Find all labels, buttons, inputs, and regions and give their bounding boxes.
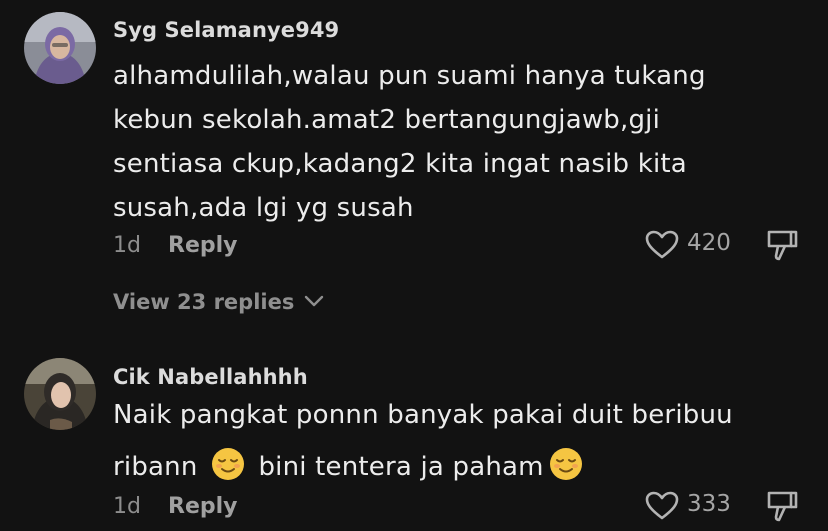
username[interactable]: Syg Selamanye949 (113, 18, 339, 42)
comment-line: ribann bini tentera ja paham (113, 445, 813, 489)
reply-button[interactable]: Reply (168, 494, 238, 519)
view-replies-label: View 23 replies (113, 290, 295, 314)
avatar[interactable] (24, 12, 96, 84)
comment-line: susah,ada lgi yg susah (113, 193, 414, 223)
comment-text-part: bini tentera ja paham (258, 452, 544, 482)
heart-icon[interactable] (645, 491, 679, 521)
view-replies-button[interactable]: View 23 replies (113, 290, 324, 314)
relieved-face-emoji (211, 448, 244, 480)
avatar[interactable] (24, 358, 96, 430)
thumbs-down-icon[interactable] (765, 489, 799, 523)
like-count: 420 (687, 230, 731, 256)
timestamp: 1d (113, 233, 141, 258)
reply-button[interactable]: Reply (168, 233, 238, 258)
chevron-down-icon (304, 295, 323, 307)
comment-meta: 1d Reply (113, 233, 238, 258)
comment-text: alhamdulilah,walau pun suami hanya tukan… (113, 54, 753, 230)
comment-line: Naik pangkat ponnn banyak pakai duit ber… (113, 400, 733, 430)
comment-meta: 1d Reply (113, 494, 238, 519)
username[interactable]: Cik Nabellahhhh (113, 365, 308, 389)
comment-line: kebun sekolah.amat2 bertangungjawb,gji (113, 105, 661, 135)
like-count: 333 (687, 491, 731, 517)
relieved-face-emoji (549, 448, 582, 480)
heart-icon[interactable] (645, 230, 679, 260)
comment-text: Naik pangkat ponnn banyak pakai duit ber… (113, 393, 813, 489)
comment-text-part: ribann (113, 452, 198, 482)
comment-line: sentiasa ckup,kadang2 kita ingat nasib k… (113, 149, 687, 179)
timestamp: 1d (113, 494, 141, 519)
comment-line: alhamdulilah,walau pun suami hanya tukan… (113, 61, 706, 91)
thumbs-down-icon[interactable] (765, 228, 799, 262)
